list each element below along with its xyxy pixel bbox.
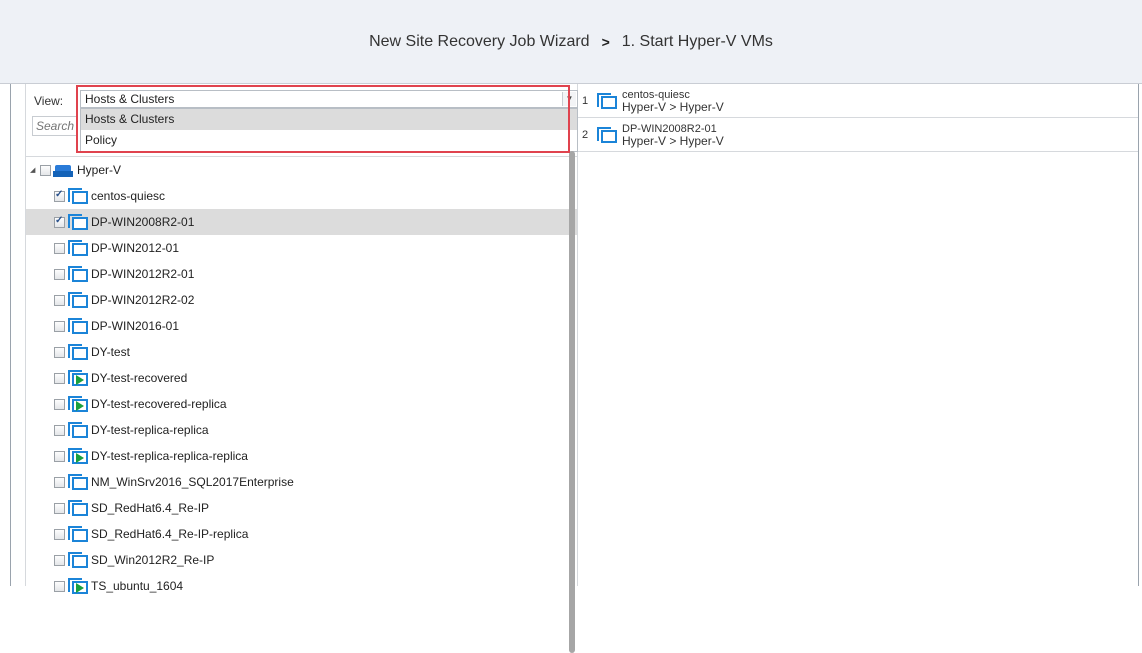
vm-icon bbox=[67, 499, 89, 517]
dropdown-option-policy[interactable]: Policy bbox=[81, 130, 577, 151]
tree-vm-row[interactable]: DY-test-replica-replica-replica bbox=[26, 443, 577, 469]
vm-icon bbox=[67, 343, 89, 361]
vm-checkbox[interactable] bbox=[54, 476, 65, 488]
selected-vm-name: DP-WIN2008R2-01 bbox=[622, 122, 717, 135]
vm-icon bbox=[67, 213, 89, 231]
vm-icon bbox=[67, 291, 89, 309]
vm-label: DY-test-recovered bbox=[91, 371, 188, 385]
vm-checkbox[interactable] bbox=[54, 528, 65, 540]
selected-vm-path: Hyper-V > Hyper-V bbox=[622, 99, 724, 114]
tree-vm-row[interactable]: SD_Win2012R2_Re-IP bbox=[26, 547, 577, 573]
vm-icon bbox=[67, 525, 89, 543]
tree-vm-row[interactable]: DP-WIN2012R2-01 bbox=[26, 261, 577, 287]
vm-running-icon bbox=[67, 577, 89, 595]
vm-checkbox[interactable] bbox=[54, 580, 65, 592]
vm-label: centos-quiesc bbox=[91, 189, 166, 203]
tree-vm-row[interactable]: TS_ubuntu_1604 bbox=[26, 573, 577, 599]
wizard-title: New Site Recovery Job Wizard bbox=[369, 32, 590, 50]
root-checkbox[interactable] bbox=[40, 164, 51, 176]
vm-icon bbox=[67, 265, 89, 283]
wizard-header: New Site Recovery Job Wizard > 1. Start … bbox=[0, 0, 1142, 84]
host-icon bbox=[53, 163, 73, 177]
view-select-value: Hosts & Clusters bbox=[85, 92, 175, 106]
view-select[interactable]: Hosts & Clusters ▼ bbox=[80, 90, 578, 108]
vm-checkbox[interactable] bbox=[54, 398, 65, 410]
vm-label: DY-test-replica-replica-replica bbox=[91, 449, 248, 463]
inventory-panel: View: Hosts & Clusters ▼ Hosts & Cluster… bbox=[25, 84, 578, 653]
vm-icon bbox=[67, 239, 89, 257]
tree-vm-row[interactable]: DP-WIN2012R2-02 bbox=[26, 287, 577, 313]
selected-vm-name: centos-quiesc bbox=[622, 88, 690, 101]
vm-running-icon bbox=[67, 395, 89, 413]
view-dropdown-menu: Hosts & Clusters Policy bbox=[80, 108, 578, 152]
vm-checkbox[interactable] bbox=[54, 372, 65, 384]
tree-vm-row[interactable]: DP-WIN2012-01 bbox=[26, 235, 577, 261]
tree-root-hyper-v[interactable]: ◢ Hyper-V bbox=[26, 157, 577, 183]
vm-label: SD_Win2012R2_Re-IP bbox=[91, 553, 215, 567]
vm-checkbox[interactable] bbox=[54, 189, 65, 202]
inventory-tree: ◢ Hyper-V centos-quiesc DP-WIN2008R2-01 DP… bbox=[26, 157, 577, 599]
selected-vms-panel: 1 centos-quiesc Hyper-V > Hyper-V 2 DP-W… bbox=[578, 84, 1138, 586]
vm-label: DY-test bbox=[91, 345, 130, 359]
selected-vm-item[interactable]: 1 centos-quiesc Hyper-V > Hyper-V bbox=[578, 84, 1138, 118]
vm-running-icon bbox=[67, 447, 89, 465]
tree-vm-row[interactable]: NM_WinSrv2016_SQL2017Enterprise bbox=[26, 469, 577, 495]
vm-checkbox[interactable] bbox=[54, 268, 65, 280]
collapse-triangle-icon[interactable]: ◢ bbox=[30, 166, 38, 174]
vm-checkbox[interactable] bbox=[54, 320, 65, 332]
tree-vm-row[interactable]: SD_RedHat6.4_Re-IP bbox=[26, 495, 577, 521]
vm-label: DP-WIN2016-01 bbox=[91, 319, 180, 333]
tree-vm-row[interactable]: DP-WIN2008R2-01 bbox=[26, 209, 577, 235]
view-label: View: bbox=[34, 94, 64, 108]
vm-checkbox[interactable] bbox=[54, 424, 65, 436]
view-row: View: bbox=[34, 92, 79, 110]
wizard-step-title: 1. Start Hyper-V VMs bbox=[621, 32, 773, 50]
breadcrumb-separator: > bbox=[601, 33, 610, 50]
frame-border-right bbox=[1138, 84, 1139, 586]
vm-running-icon bbox=[67, 369, 89, 387]
selected-vm-number: 1 bbox=[582, 94, 589, 107]
tree-vm-row[interactable]: DY-test-replica-replica bbox=[26, 417, 577, 443]
vm-icon bbox=[67, 421, 89, 439]
tree-root-label: Hyper-V bbox=[77, 163, 122, 177]
frame-border-left bbox=[10, 84, 11, 586]
vm-checkbox[interactable] bbox=[54, 294, 65, 306]
vm-label: DP-WIN2012R2-02 bbox=[91, 293, 195, 307]
vm-checkbox[interactable] bbox=[54, 242, 65, 254]
vm-label: SD_RedHat6.4_Re-IP-replica bbox=[91, 527, 249, 541]
tree-vm-row[interactable]: DP-WIN2016-01 bbox=[26, 313, 577, 339]
chevron-down-icon[interactable]: ▼ bbox=[562, 92, 576, 106]
tree-vm-row[interactable]: DY-test-recovered-replica bbox=[26, 391, 577, 417]
vm-label: SD_RedHat6.4_Re-IP bbox=[91, 501, 210, 515]
vm-label: DP-WIN2008R2-01 bbox=[91, 215, 195, 229]
tree-vm-row[interactable]: SD_RedHat6.4_Re-IP-replica bbox=[26, 521, 577, 547]
search-input[interactable] bbox=[32, 116, 78, 136]
dropdown-option-hosts-clusters[interactable]: Hosts & Clusters bbox=[81, 109, 577, 130]
vm-label: NM_WinSrv2016_SQL2017Enterprise bbox=[91, 475, 294, 489]
selected-vm-number: 2 bbox=[582, 128, 589, 141]
vm-icon bbox=[67, 551, 89, 569]
vm-label: TS_ubuntu_1604 bbox=[91, 579, 184, 593]
vm-icon bbox=[67, 473, 89, 491]
vm-label: DP-WIN2012-01 bbox=[91, 241, 180, 255]
selected-vm-path: Hyper-V > Hyper-V bbox=[622, 133, 724, 148]
tree-vm-row[interactable]: DY-test-recovered bbox=[26, 365, 577, 391]
tree-vm-row[interactable]: DY-test bbox=[26, 339, 577, 365]
selected-vm-item[interactable]: 2 DP-WIN2008R2-01 Hyper-V > Hyper-V bbox=[578, 118, 1138, 152]
vm-icon bbox=[67, 187, 89, 205]
vm-checkbox[interactable] bbox=[54, 502, 65, 514]
tree-scrollbar[interactable] bbox=[569, 151, 575, 653]
vm-icon bbox=[67, 317, 89, 335]
vm-checkbox[interactable] bbox=[54, 554, 65, 566]
tree-vm-row[interactable]: centos-quiesc bbox=[26, 183, 577, 209]
vm-label: DY-test-recovered-replica bbox=[91, 397, 227, 411]
vm-checkbox[interactable] bbox=[54, 450, 65, 462]
vm-checkbox[interactable] bbox=[54, 346, 65, 358]
vm-icon bbox=[596, 126, 618, 144]
vm-checkbox[interactable] bbox=[54, 215, 65, 228]
vm-icon bbox=[596, 92, 618, 110]
vm-label: DP-WIN2012R2-01 bbox=[91, 267, 195, 281]
vm-label: DY-test-replica-replica bbox=[91, 423, 209, 437]
